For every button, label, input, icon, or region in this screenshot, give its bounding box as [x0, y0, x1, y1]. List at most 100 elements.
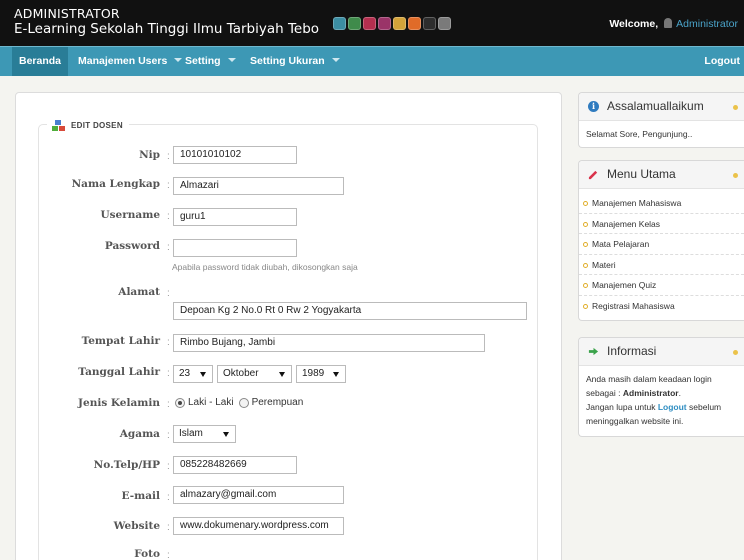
logout-link[interactable]: Logout: [704, 47, 740, 76]
menu-item-materi[interactable]: Materi: [579, 255, 744, 275]
colon: :: [167, 288, 170, 299]
welcome-label: Welcome,: [609, 18, 659, 30]
username-link[interactable]: Administrator: [676, 18, 738, 30]
gender-female-radio[interactable]: [238, 397, 249, 408]
menu-item-label: Manajemen Quiz: [592, 280, 657, 290]
form-legend: EDIT DOSEN: [47, 118, 129, 132]
nav-beranda[interactable]: Beranda: [12, 47, 69, 76]
day-select[interactable]: 23: [173, 365, 213, 383]
theme-swatch-6[interactable]: [408, 17, 421, 30]
tempat-lahir-input[interactable]: Rimbo Bujang, Jambi: [173, 334, 485, 352]
nav-setting-ukuran-label: Setting Ukuran: [250, 55, 325, 67]
month-select-value: Oktober: [223, 368, 259, 379]
colon: :: [167, 368, 170, 379]
main-menu-list: Manajemen Mahasiswa Manajemen Kelas Mata…: [579, 189, 744, 316]
colon: :: [167, 337, 170, 348]
blocks-icon: [52, 119, 65, 131]
dropdown-arrow-icon: [200, 372, 206, 377]
collapse-dot-icon[interactable]: [733, 173, 738, 178]
info-line-2-suffix: .: [678, 388, 681, 398]
colon: :: [167, 492, 170, 503]
gender-male-radio[interactable]: [175, 397, 185, 408]
nav-setting-ukuran[interactable]: Setting Ukuran: [243, 47, 347, 76]
nav-setting-label: Setting: [185, 55, 221, 67]
top-header: ADMINISTRATOR E-Learning Sekolah Tinggi …: [0, 0, 744, 46]
gender-female-label[interactable]: Perempuan: [252, 397, 304, 408]
greeting-header: i Assalamuallaikum: [579, 93, 744, 121]
collapse-dot-icon[interactable]: [733, 105, 738, 110]
bullet-icon: [583, 303, 588, 309]
label-nama-lengkap: Nama Lengkap: [71, 178, 160, 190]
main-navbar: Beranda Manajemen Users Setting Setting …: [0, 46, 744, 76]
arrow-right-icon: [588, 347, 599, 356]
theme-color-switcher: [333, 17, 451, 30]
agama-select-value: Islam: [179, 428, 203, 439]
information-box: Informasi Anda masih dalam keadaan login…: [578, 337, 744, 437]
theme-swatch-3[interactable]: [363, 17, 376, 30]
menu-item-manajemen-kelas[interactable]: Manajemen Kelas: [579, 214, 744, 234]
header-role: ADMINISTRATOR: [14, 6, 120, 21]
nav-manajemen-users-label: Manajemen Users: [78, 55, 168, 67]
colon: :: [167, 522, 170, 533]
menu-item-label: Mata Pelajaran: [592, 239, 650, 249]
agama-select[interactable]: Islam: [173, 425, 236, 443]
year-select[interactable]: 1989: [296, 365, 346, 383]
label-nip: Nip: [139, 149, 160, 161]
year-select-value: 1989: [302, 368, 325, 379]
menu-item-label: Manajemen Kelas: [592, 218, 661, 229]
bullet-icon: [583, 221, 588, 227]
theme-swatch-7[interactable]: [423, 17, 436, 30]
menu-item-manajemen-quiz[interactable]: Manajemen Quiz: [579, 275, 744, 296]
password-hint: Apabila password tidak diubah, dikosongk…: [172, 262, 358, 272]
label-agama: Agama: [119, 428, 160, 440]
label-email: E-mail: [121, 490, 160, 502]
information-text: Anda masih dalam keadaan login sebagai :…: [579, 366, 744, 434]
label-tempat-lahir: Tempat Lahir: [81, 335, 160, 347]
collapse-dot-icon[interactable]: [733, 350, 738, 355]
main-menu-box: Menu Utama Manajemen Mahasiswa Manajemen…: [578, 160, 744, 321]
bullet-icon: [583, 201, 588, 206]
main-menu-header: Menu Utama: [579, 161, 744, 189]
alamat-input[interactable]: Depoan Kg 2 No.0 Rt 0 Rw 2 Yogyakarta: [173, 302, 527, 320]
nav-setting[interactable]: Setting: [178, 47, 243, 76]
greeting-text: Selamat Sore, Pengunjung..: [586, 129, 693, 139]
info-icon: i: [588, 101, 599, 112]
information-header: Informasi: [579, 338, 744, 366]
theme-swatch-1[interactable]: [333, 17, 346, 30]
colon: :: [167, 151, 170, 162]
info-line-1: Anda masih dalam keadaan login: [586, 374, 712, 384]
label-foto: Foto: [134, 548, 160, 560]
nav-manajemen-users[interactable]: Manajemen Users: [71, 47, 189, 76]
menu-item-registrasi-mahasiswa[interactable]: Registrasi Mahasiswa: [579, 296, 744, 317]
website-input[interactable]: www.dokumenary.wordpress.com: [173, 517, 344, 535]
greeting-box: i Assalamuallaikum Selamat Sore, Pengunj…: [578, 92, 744, 148]
info-logout-link[interactable]: Logout: [658, 402, 687, 412]
telp-input[interactable]: 085228482669: [173, 456, 297, 474]
info-username: Administrator: [622, 388, 679, 398]
menu-item-manajemen-mahasiswa[interactable]: Manajemen Mahasiswa: [579, 193, 744, 214]
colon: :: [167, 180, 170, 191]
theme-swatch-5[interactable]: [393, 17, 406, 30]
menu-item-mata-pelajaran[interactable]: Mata Pelajaran: [579, 234, 744, 255]
chevron-down-icon: [227, 58, 236, 62]
welcome-area: Welcome, Administrator: [609, 18, 738, 30]
colon: :: [167, 461, 170, 472]
pencil-icon: [588, 170, 598, 180]
info-line-2-prefix: sebagai :: [586, 388, 623, 398]
theme-swatch-4[interactable]: [378, 17, 391, 30]
theme-swatch-8[interactable]: [438, 17, 451, 30]
info-line-2: sebagai : Administrator.: [586, 386, 737, 400]
greeting-title: Assalamuallaikum: [607, 99, 704, 113]
menu-item-label: Registrasi Mahasiswa: [592, 300, 675, 311]
month-select[interactable]: Oktober: [217, 365, 292, 383]
nip-input[interactable]: 10101010102: [173, 146, 297, 164]
colon: :: [167, 242, 170, 253]
password-input[interactable]: [173, 239, 297, 257]
gender-male-label[interactable]: Laki - Laki: [188, 397, 234, 408]
username-input[interactable]: guru1: [173, 208, 297, 226]
theme-swatch-2[interactable]: [348, 17, 361, 30]
nama-lengkap-input[interactable]: Almazari: [173, 177, 344, 195]
email-input[interactable]: almazary@gmail.com: [173, 486, 344, 504]
label-alamat: Alamat: [118, 286, 160, 298]
colon: :: [167, 550, 170, 560]
